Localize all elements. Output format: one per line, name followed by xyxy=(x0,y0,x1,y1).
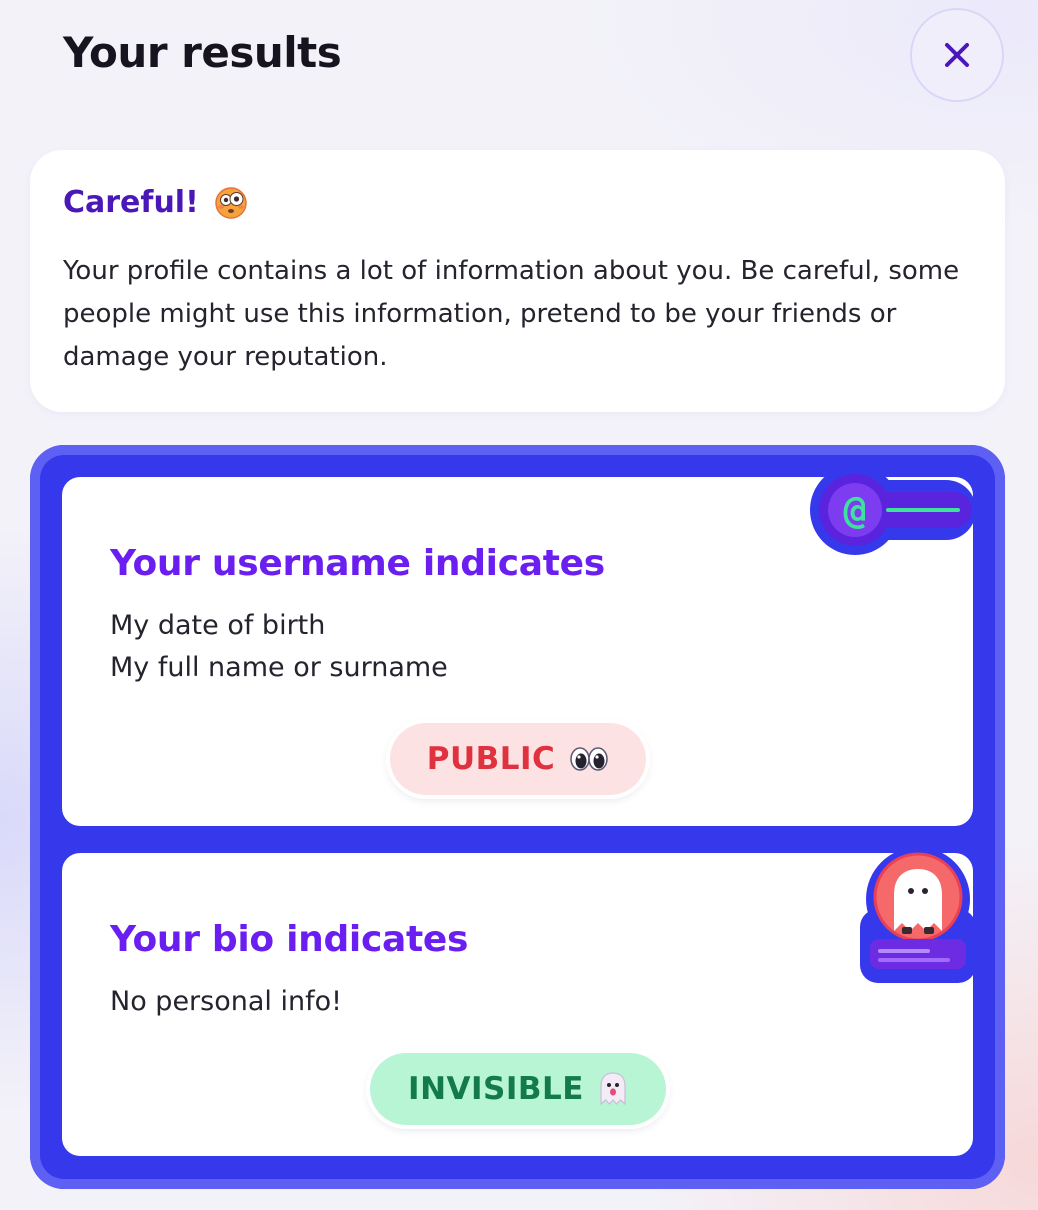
bio-result-card: Your bio indicates No personal info! INV… xyxy=(62,853,973,1156)
public-status-badge: PUBLIC xyxy=(390,723,646,795)
page-title: Your results xyxy=(63,28,342,77)
username-heading: Your username indicates xyxy=(110,543,605,584)
at-sign-icon: @ xyxy=(810,465,976,555)
close-icon xyxy=(945,43,969,67)
ghost-icon xyxy=(600,1072,626,1106)
flushed-face-icon xyxy=(215,187,247,219)
warning-card: Careful! Your profile contains a lot of … xyxy=(30,150,1005,412)
bio-item-no-personal-info: No personal info! xyxy=(110,986,342,1017)
eyes-icon xyxy=(570,747,609,771)
warning-title: Careful! xyxy=(63,184,249,220)
invisible-status-label: INVISIBLE xyxy=(408,1071,584,1107)
results-panel: Your username indicates My date of birth… xyxy=(30,445,1005,1189)
warning-message: Your profile contains a lot of informati… xyxy=(63,256,960,372)
svg-text:@: @ xyxy=(844,488,867,532)
username-item-full-name: My full name or surname xyxy=(110,652,448,683)
invisible-status-badge: INVISIBLE xyxy=(370,1053,666,1125)
public-status-label: PUBLIC xyxy=(426,741,556,777)
warning-title-text: Careful! xyxy=(63,184,199,220)
close-button[interactable] xyxy=(910,8,1004,102)
username-item-date-of-birth: My date of birth xyxy=(110,610,326,641)
ghost-profile-icon xyxy=(860,847,976,983)
bio-heading: Your bio indicates xyxy=(110,919,469,960)
